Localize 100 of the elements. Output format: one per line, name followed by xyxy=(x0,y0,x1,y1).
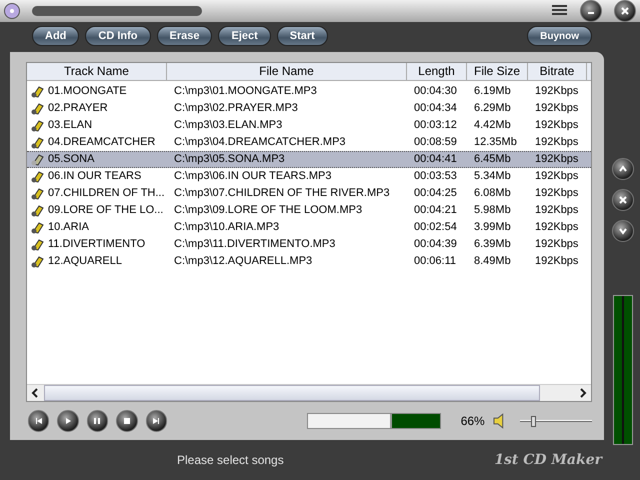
move-up-button[interactable] xyxy=(612,158,634,180)
table-cell-text: C:\mp3\07.CHILDREN OF THE RIVER.MP3 xyxy=(174,186,390,202)
table-cell-text: 192Kbps xyxy=(535,254,578,270)
toolbar-button[interactable]: Add xyxy=(32,26,80,46)
menu-icon[interactable] xyxy=(550,4,568,18)
status-text: Please select songs xyxy=(177,452,284,469)
buy-button[interactable]: Buynow xyxy=(527,26,592,46)
table-cell-text: 5.98Mb xyxy=(474,203,511,218)
table-cell-text: C:\mp3\04.DREAMCATCHER.MP3 xyxy=(174,135,346,150)
down-icon xyxy=(619,227,627,235)
volume-slider[interactable] xyxy=(520,415,592,427)
table-cell-text: 00:04:34 xyxy=(414,101,457,116)
table-cell-text: 03.ELAN xyxy=(48,118,92,134)
table-cell-text: 192Kbps xyxy=(535,118,578,134)
table-cell-text: 00:03:12 xyxy=(414,118,457,134)
table-row[interactable]: 04.DREAMCATCHER C:\mp3\04.DREAMCATCHER.MP3 00:08:59 12.35Mb 192Kbps xyxy=(27,134,591,151)
next-button[interactable] xyxy=(146,410,167,432)
volume-thumb[interactable] xyxy=(531,416,536,426)
table-cell-text: C:\mp3\05.SONA.MP3 xyxy=(174,152,285,168)
column-header[interactable]: Bitrate xyxy=(528,63,587,80)
move-down-button[interactable] xyxy=(612,220,634,242)
table-cell-text: 04.DREAMCATCHER xyxy=(48,135,156,150)
table-row[interactable]: 05.SONA C:\mp3\05.SONA.MP3 00:04:41 6.45Mb 192Kbps xyxy=(27,151,591,168)
table-row[interactable]: 07.CHILDREN OF TH... C:\mp3\07.CHILDREN OF THE RIVER.MP3 00:04:25 6.08Mb 192Kbps xyxy=(27,185,591,202)
table-cell-text: 00:04:25 xyxy=(414,186,457,202)
table-cell-text: 12.AQUARELL xyxy=(48,254,122,270)
table-cell-text: 6.39Mb xyxy=(474,237,511,252)
remove-button[interactable] xyxy=(612,189,634,211)
table-cell-text: 00:04:41 xyxy=(414,152,457,168)
table-cell-text: 8.49Mb xyxy=(474,254,511,270)
table-cell-text: C:\mp3\02.PRAYER.MP3 xyxy=(174,101,298,116)
close-button[interactable] xyxy=(614,0,636,22)
table-cell-text: 11.DIVERTIMENTO xyxy=(48,237,146,252)
toolbar-button[interactable]: Erase xyxy=(156,26,212,46)
disc-icon[interactable] xyxy=(4,3,20,19)
close-icon xyxy=(621,7,629,15)
table-cell-text: 05.SONA xyxy=(48,152,94,168)
play-button[interactable] xyxy=(57,410,79,432)
table-cell-text: 4.42Mb xyxy=(474,118,511,134)
table-cell-text: 192Kbps xyxy=(535,135,578,150)
table-cell-text: 6.19Mb xyxy=(474,84,511,100)
table-cell-text: 00:06:11 xyxy=(414,254,456,270)
up-icon xyxy=(619,165,627,173)
table-cell-text: 192Kbps xyxy=(535,152,578,168)
toolbar-button[interactable]: Start xyxy=(276,26,328,46)
close-icon xyxy=(619,196,627,204)
stop-button[interactable] xyxy=(116,410,138,432)
previous-button[interactable] xyxy=(28,410,50,432)
table-row[interactable]: 11.DIVERTIMENTO C:\mp3\11.DIVERTIMENTO.MP3 00:04:39 6.39Mb 192Kbps xyxy=(27,236,591,253)
table-cell-text: 10.ARIA xyxy=(48,220,89,236)
table-row[interactable]: 02.PRAYER C:\mp3\02.PRAYER.MP3 00:04:34 6.29Mb 192Kbps xyxy=(27,100,591,117)
table-cell-text: 192Kbps xyxy=(535,169,578,184)
table-cell-text: C:\mp3\12.AQUARELL.MP3 xyxy=(174,254,312,270)
column-header[interactable]: Length xyxy=(407,63,467,80)
table-cell-text: 00:04:21 xyxy=(414,203,457,218)
table-cell-text: 192Kbps xyxy=(535,186,578,202)
table-cell-text: 192Kbps xyxy=(535,203,578,218)
column-header[interactable]: File Name xyxy=(167,63,407,80)
table-cell-text: 6.29Mb xyxy=(474,101,511,116)
table-cell-text: C:\mp3\10.ARIA.MP3 xyxy=(174,220,280,236)
table-row[interactable]: 03.ELAN C:\mp3\03.ELAN.MP3 00:03:12 4.42Mb 192Kbps xyxy=(27,117,591,134)
table-row[interactable]: 09.LORE OF THE LO... C:\mp3\09.LORE OF THE LOOM.MP3 00:04:21 5.98Mb 192Kbps xyxy=(27,202,591,219)
table-cell-text: 00:04:30 xyxy=(414,84,457,100)
table-cell-text: 06.IN OUR TEARS xyxy=(48,169,142,184)
table-row[interactable]: 06.IN OUR TEARS C:\mp3\06.IN OUR TEARS.MP3 00:03:53 5.34Mb 192Kbps xyxy=(27,168,591,185)
table-cell-text: 6.45Mb xyxy=(474,152,511,168)
table-cell-text: 192Kbps xyxy=(535,220,578,236)
table-cell-text: 09.LORE OF THE LO... xyxy=(48,203,164,218)
table-cell-text: 07.CHILDREN OF TH... xyxy=(48,186,165,202)
table-cell-text: C:\mp3\09.LORE OF THE LOOM.MP3 xyxy=(174,203,362,218)
toolbar-button[interactable]: Eject xyxy=(218,26,271,46)
table-row[interactable]: 12.AQUARELL C:\mp3\12.AQUARELL.MP3 00:06:11 8.49Mb 192Kbps xyxy=(27,253,591,270)
table-cell-text: 3.99Mb xyxy=(474,220,511,236)
column-header[interactable]: Track Name xyxy=(27,63,167,80)
table-cell-text: 01.MOONGATE xyxy=(48,84,127,100)
previous-icon xyxy=(34,417,43,425)
table-cell-text: 02.PRAYER xyxy=(48,101,108,116)
column-header[interactable]: File Size xyxy=(467,63,528,80)
pause-button[interactable] xyxy=(86,410,108,432)
table-cell-text: 00:08:59 xyxy=(414,135,457,150)
stop-icon xyxy=(122,417,131,425)
table-cell-text: 192Kbps xyxy=(535,101,578,116)
table-row[interactable]: 10.ARIA C:\mp3\10.ARIA.MP3 00:02:54 3.99Mb 192Kbps xyxy=(27,219,591,236)
table-cell-text: C:\mp3\03.ELAN.MP3 xyxy=(174,118,282,134)
table-cell-text: C:\mp3\06.IN OUR TEARS.MP3 xyxy=(174,169,332,184)
table-cell-text: 192Kbps xyxy=(535,237,578,252)
minimize-button[interactable] xyxy=(580,0,602,22)
app-logo: 1st CD Maker xyxy=(494,450,602,470)
scrollbar-thumb[interactable] xyxy=(44,385,540,401)
next-icon xyxy=(152,417,160,425)
table-cell-text: C:\mp3\01.MOONGATE.MP3 xyxy=(174,84,317,100)
table-cell-text: 192Kbps xyxy=(535,84,578,100)
table-cell-text: 5.34Mb xyxy=(474,169,511,184)
table-cell-text: 00:03:53 xyxy=(414,169,457,184)
table-cell-text: 00:04:39 xyxy=(414,237,457,252)
table-row[interactable]: 01.MOONGATE C:\mp3\01.MOONGATE.MP3 00:04:30 6.19Mb 192Kbps xyxy=(27,83,591,100)
table-cell-text: 00:02:54 xyxy=(414,220,457,236)
table-cell-text: 12.35Mb xyxy=(474,135,517,150)
toolbar-button[interactable]: CD Info xyxy=(85,26,150,46)
pause-icon xyxy=(93,417,102,425)
